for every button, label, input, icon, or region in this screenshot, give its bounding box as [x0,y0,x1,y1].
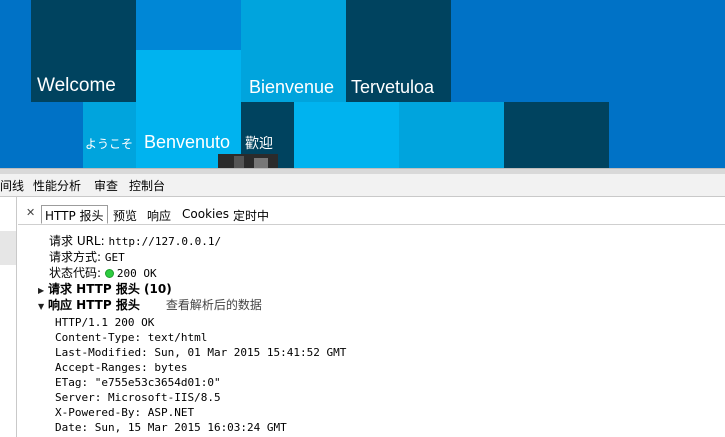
tile-blank-1 [136,0,241,50]
tab-timings[interactable]: 定时中 [230,206,272,225]
greeting-tervetuloa: Tervetuloa [351,77,435,97]
selected-request-row[interactable] [0,231,16,265]
tile-welcome: Welcome [31,0,136,102]
request-headers-toggle[interactable]: ▶ 请求 HTTP 报头 (10) [38,281,172,297]
response-headers-label: 响应 HTTP 报头 [48,298,140,312]
detail-tab-bar: ✕ HTTP 报头 预览 响应 Cookies 定时中 [18,197,725,225]
tab-profiler[interactable]: 性能分析 [33,177,81,194]
request-url-label: 请求 URL: [49,234,105,248]
tile-blank-4 [399,102,504,168]
tab-inspect[interactable]: 审查 [94,177,118,194]
request-method-label: 请求方式: [49,250,102,264]
tile-blank-3 [294,102,399,168]
tile-blank-5 [504,102,609,168]
status-ok-icon [104,269,114,278]
response-header-line: X-Powered-By: ASP.NET [55,406,195,419]
view-parsed-data-link[interactable]: 查看解析后的数据 [166,298,262,312]
greeting-huanying: 歡迎 [245,135,273,151]
response-header-line: Date: Sun, 15 Mar 2015 16:03:24 GMT [55,421,287,434]
request-url-value: http://127.0.0.1/ [108,235,222,248]
request-headers-label: 请求 HTTP 报头 (10) [48,282,172,296]
response-header-line: Accept-Ranges: bytes [55,361,188,374]
greeting-youkoso: ようこそ [85,137,134,151]
response-headers-toggle[interactable]: ▼ 响应 HTTP 报头 查看解析后的数据 [38,297,262,313]
request-method-value: GET [104,251,125,264]
response-header-line: HTTP/1.1 200 OK [55,316,155,329]
tile-blank-2 [136,50,241,102]
tile-bienvenue: Bienvenue [241,0,346,102]
tab-response[interactable]: 响应 [144,206,174,225]
tab-http-headers[interactable]: HTTP 报头 [41,205,108,224]
close-icon[interactable]: ✕ [26,206,35,219]
greeting-benvenuto: Benvenuto [144,132,231,152]
iis-welcome-banner: Welcome Bienvenue Tervetuloa ようこそ Benven… [0,0,725,168]
request-method-row: 请求方式: GET [49,249,125,265]
greeting-welcome: Welcome [37,75,116,96]
status-code-label: 状态代码: [49,266,102,280]
request-url-row: 请求 URL: http://127.0.0.1/ [49,233,221,249]
devtools-panel: 间线 性能分析 审查 控制台 ✕ HTTP 报头 预览 响应 Cookies 定… [0,168,725,437]
greeting-bienvenue: Bienvenue [249,77,335,97]
http-headers-content: 请求 URL: http://127.0.0.1/ 请求方式: GET 状态代码… [18,225,725,437]
response-header-line: Server: Microsoft-IIS/8.5 [55,391,221,404]
tab-cookies[interactable]: Cookies [179,206,232,225]
thumbnail-image [218,154,278,168]
tab-console[interactable]: 控制台 [129,177,165,194]
tile-youkoso: ようこそ [83,102,136,168]
request-list-pane [0,197,17,437]
tab-preview[interactable]: 预览 [110,206,140,225]
response-header-line: Content-Type: text/html [55,331,208,344]
tab-timeline[interactable]: 间线 [0,177,24,194]
devtools-main-toolbar: 间线 性能分析 审查 控制台 [0,174,725,197]
status-code-row: 状态代码: 200 OK [49,265,157,281]
collapse-triangle-icon: ▼ [38,302,45,311]
status-code-value: 200 OK [116,267,157,280]
response-header-line: ETag: "e755e53c3654d01:0" [55,376,221,389]
tile-tervetuloa: Tervetuloa [346,0,451,102]
response-header-line: Last-Modified: Sun, 01 Mar 2015 15:41:52… [55,346,347,359]
